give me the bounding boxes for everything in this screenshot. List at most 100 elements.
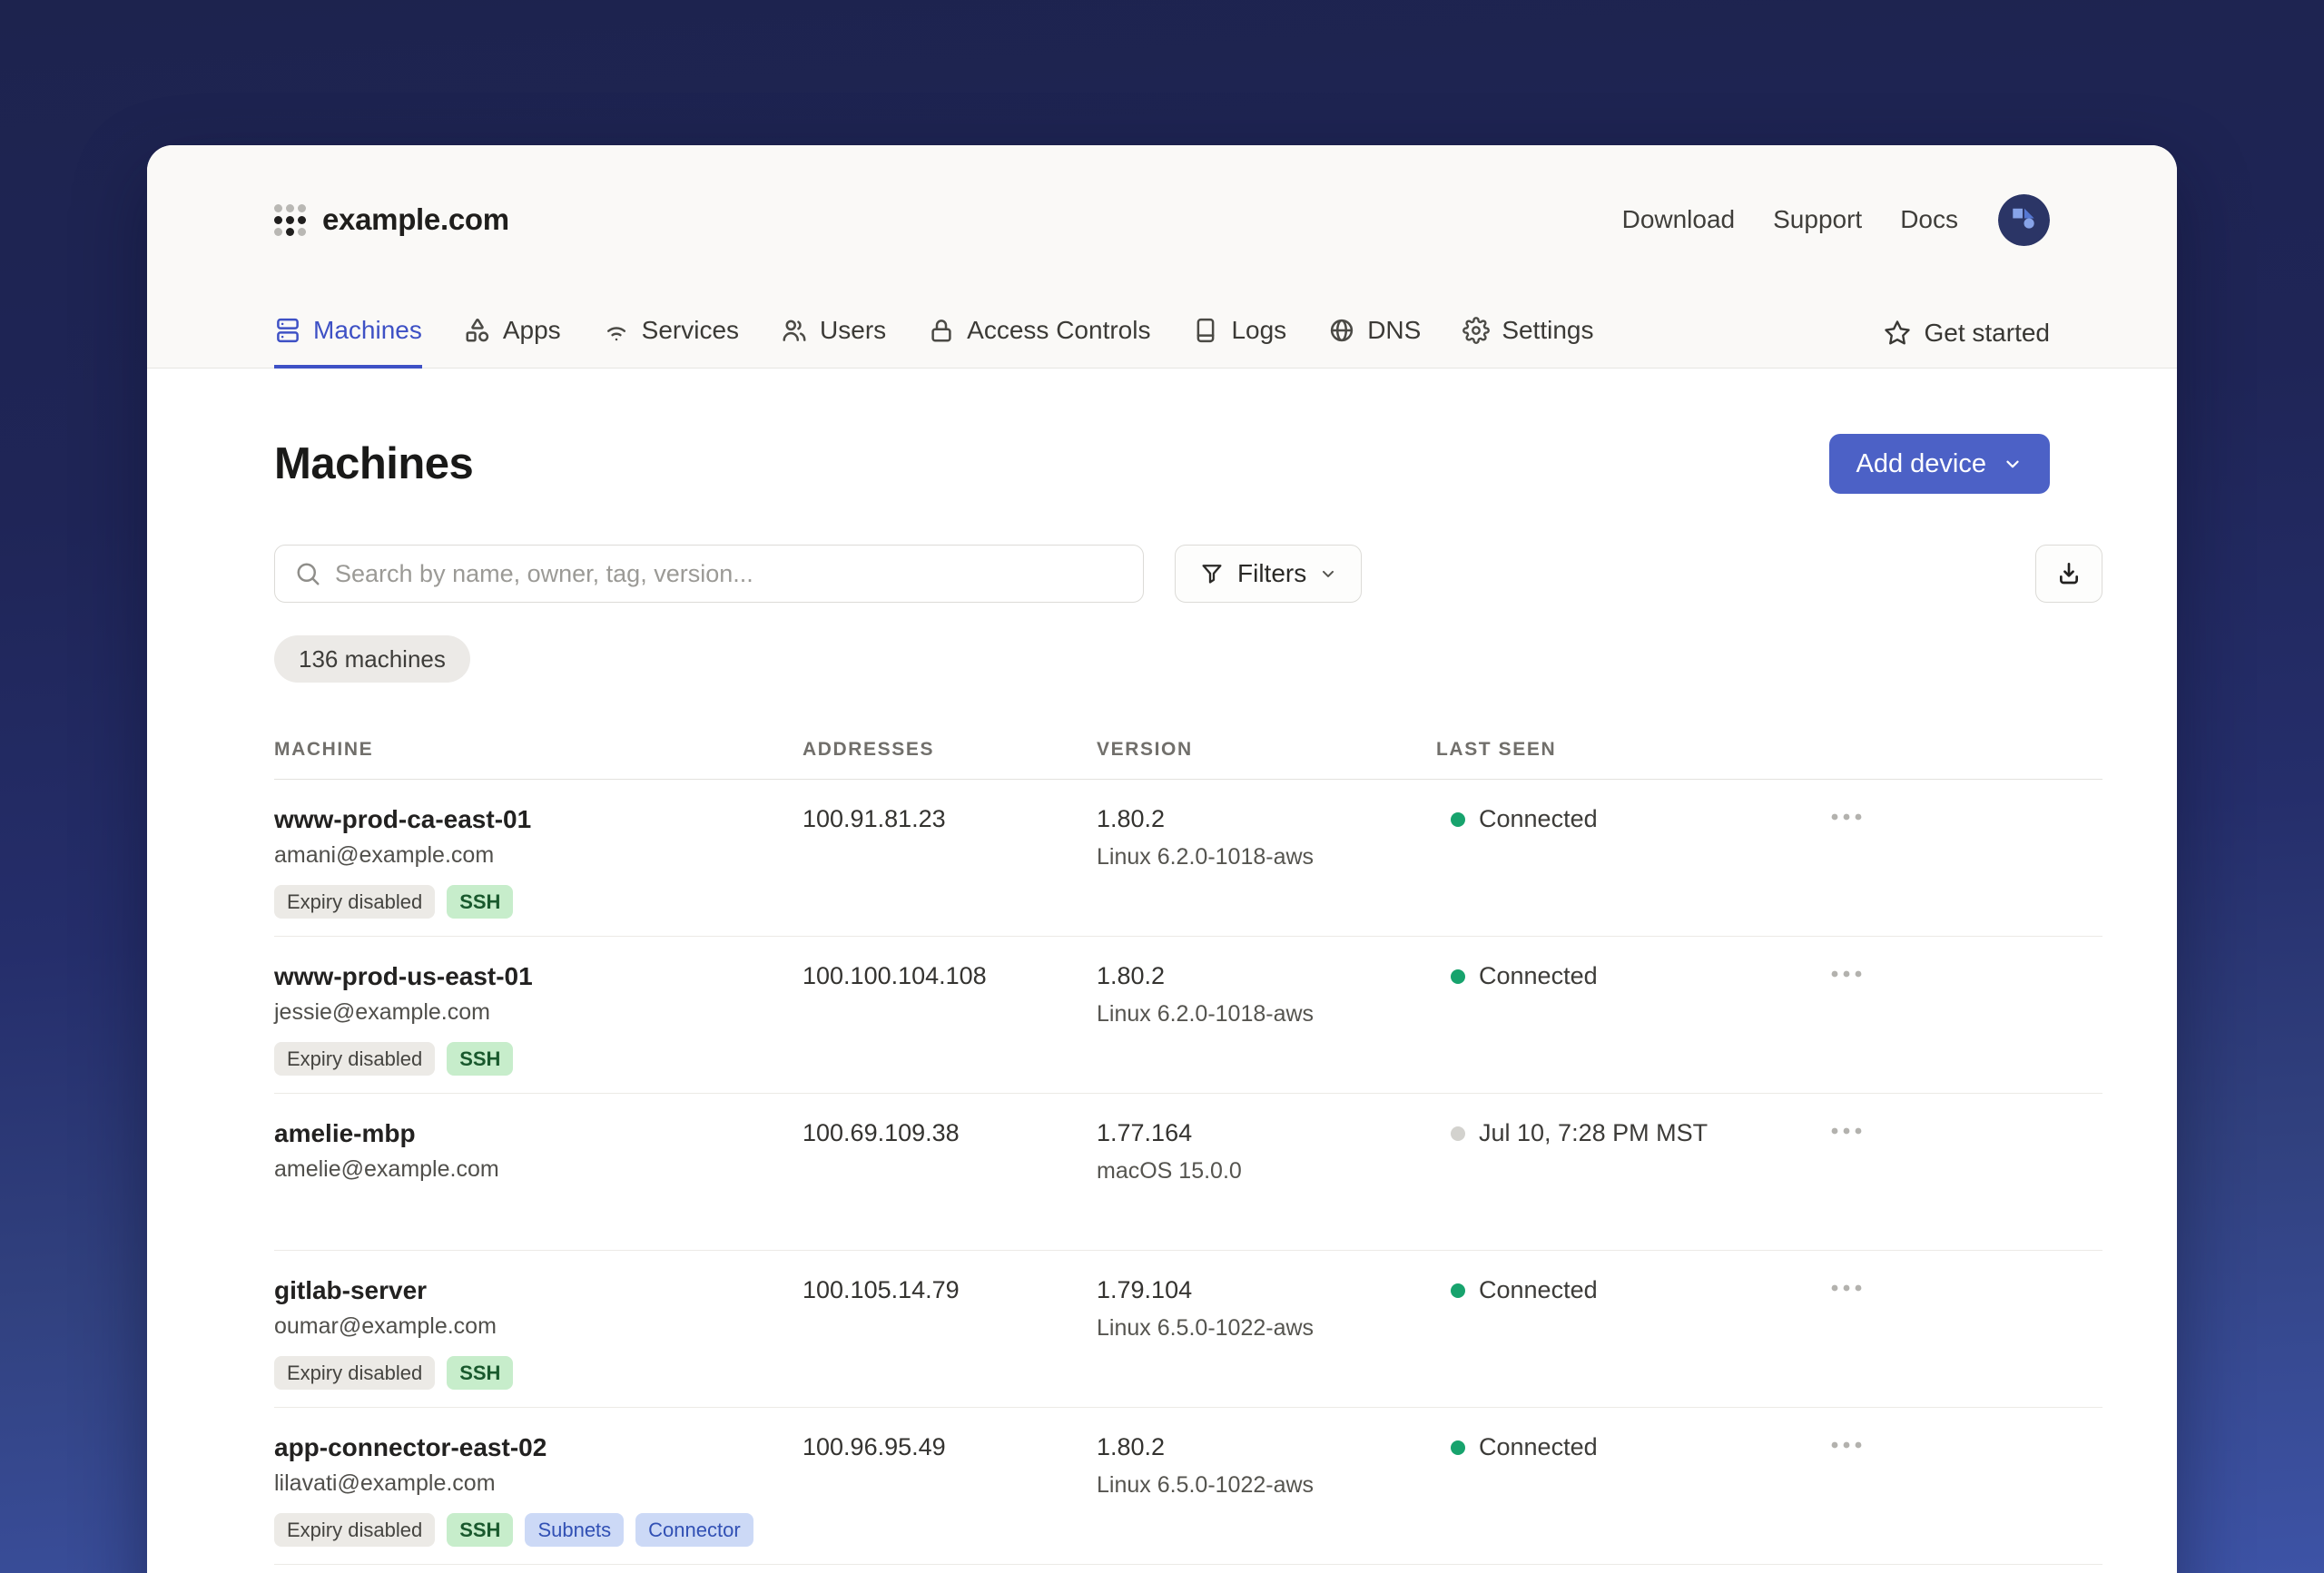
version-cell: 1.80.2 Linux 6.5.0-1022-aws xyxy=(1097,1408,1436,1564)
tab-users[interactable]: Users xyxy=(781,316,886,369)
wifi-icon xyxy=(606,327,625,341)
row-menu-button[interactable] xyxy=(1828,962,1865,983)
user-avatar[interactable] xyxy=(1998,193,2050,246)
star-icon xyxy=(1885,320,1911,345)
shapes-icon xyxy=(466,319,488,342)
badge-connector: Connector xyxy=(635,1513,753,1547)
machine-version: 1.80.2 xyxy=(1097,962,1166,989)
filters-button[interactable]: Filters xyxy=(1175,545,1363,603)
machine-cell: amelie-mbp amelie@example.com xyxy=(274,1094,803,1250)
get-started-link[interactable]: Get started xyxy=(1884,319,2050,368)
table-header-row: MACHINE ADDRESSES VERSION LAST SEEN xyxy=(274,739,2102,780)
version-cell: 1.79.104 Linux 6.5.0-1022-aws xyxy=(1097,1251,1436,1407)
machine-owner: lilavati@example.com xyxy=(274,1470,496,1496)
main-content: Machines Add device Filters xyxy=(147,434,2177,1565)
status-dot-connected xyxy=(1451,1283,1465,1298)
row-menu-button[interactable] xyxy=(1828,1119,1865,1140)
row-menu-button[interactable] xyxy=(1828,1433,1865,1454)
machine-address: 100.69.109.38 xyxy=(803,1119,960,1146)
search-icon xyxy=(297,563,320,585)
col-header-addresses: ADDRESSES xyxy=(803,739,935,760)
ellipsis-icon xyxy=(1831,813,1862,821)
last-seen-cell: Connected xyxy=(1436,1408,1828,1564)
row-menu-cell xyxy=(1828,1251,1870,1407)
toolbar: Filters xyxy=(274,545,2102,603)
badge-subnets: Subnets xyxy=(525,1513,625,1547)
badge-ssh: SSH xyxy=(447,885,514,919)
tab-access-controls[interactable]: Access Controls xyxy=(928,316,1150,369)
nav-link-docs[interactable]: Docs xyxy=(1900,205,1958,234)
row-menu-button[interactable] xyxy=(1828,1276,1865,1297)
machine-version: 1.80.2 xyxy=(1097,805,1166,832)
last-seen-text: Connected xyxy=(1479,805,1598,832)
machine-owner: oumar@example.com xyxy=(274,1313,497,1339)
search-input[interactable] xyxy=(274,545,1144,603)
machine-cell: app-connector-east-02 lilavati@example.c… xyxy=(274,1408,803,1564)
machine-address: 100.105.14.79 xyxy=(803,1276,960,1303)
ellipsis-icon xyxy=(1831,1441,1862,1449)
tab-logs[interactable]: Logs xyxy=(1192,316,1286,369)
machine-count-badge: 136 machines xyxy=(274,635,470,683)
last-seen-cell: Connected xyxy=(1436,780,1828,936)
machine-owner: jessie@example.com xyxy=(274,999,490,1025)
last-seen-text: Jul 10, 7:28 PM MST xyxy=(1479,1119,1709,1146)
filter-funnel-icon xyxy=(1202,565,1222,584)
machine-name[interactable]: app-connector-east-02 xyxy=(274,1433,803,1462)
export-machines-button[interactable] xyxy=(2035,545,2102,603)
tab-machines[interactable]: Machines xyxy=(274,316,422,369)
badge-expiry-disabled: Expiry disabled xyxy=(274,885,436,919)
add-device-button[interactable]: Add device xyxy=(1828,434,2050,494)
machine-name[interactable]: www-prod-us-east-01 xyxy=(274,962,803,991)
page-title: Machines xyxy=(274,439,474,488)
last-seen-text: Connected xyxy=(1479,962,1598,989)
tab-dns[interactable]: DNS xyxy=(1328,316,1421,369)
gear-icon xyxy=(1462,317,1491,344)
nav-link-download[interactable]: Download xyxy=(1622,205,1736,234)
download-icon xyxy=(2060,563,2078,585)
machine-os: Linux 6.5.0-1022-aws xyxy=(1097,1472,1315,1498)
machine-name[interactable]: www-prod-ca-east-01 xyxy=(274,805,803,834)
badge-expiry-disabled: Expiry disabled xyxy=(274,1356,436,1390)
chevron-down-icon xyxy=(1323,570,1334,577)
search-box xyxy=(274,545,1144,603)
badge-ssh: SSH xyxy=(447,1042,514,1076)
admin-console-window: example.com Download Support Docs Machin… xyxy=(147,145,2177,1573)
brand-logo-icon xyxy=(274,203,306,236)
header: example.com Download Support Docs Machin… xyxy=(147,145,2177,369)
table-row: www-prod-us-east-01 jessie@example.com E… xyxy=(274,937,2102,1094)
server-icon xyxy=(277,318,299,343)
machine-version: 1.79.104 xyxy=(1097,1276,1193,1303)
table-row: app-connector-east-02 lilavati@example.c… xyxy=(274,1408,2102,1565)
nav-link-support[interactable]: Support xyxy=(1773,205,1862,234)
machine-os: macOS 15.0.0 xyxy=(1097,1158,1242,1184)
machine-version: 1.77.164 xyxy=(1097,1119,1193,1146)
machine-badges: Expiry disabled SSH xyxy=(274,1042,803,1076)
page-background: example.com Download Support Docs Machin… xyxy=(0,0,2324,1573)
logbook-icon xyxy=(1197,318,1215,343)
machine-address: 100.100.104.108 xyxy=(803,962,987,989)
table-row: amelie-mbp amelie@example.com 100.69.109… xyxy=(274,1094,2102,1251)
version-cell: 1.80.2 Linux 6.2.0-1018-aws xyxy=(1097,937,1436,1093)
row-menu-cell xyxy=(1828,1408,1870,1564)
col-header-machine: MACHINE xyxy=(274,739,374,760)
badge-ssh: SSH xyxy=(447,1356,514,1390)
machine-name[interactable]: gitlab-server xyxy=(274,1276,803,1305)
tab-apps[interactable]: Apps xyxy=(464,316,561,369)
last-seen-text: Connected xyxy=(1479,1433,1598,1460)
machine-address: 100.91.81.23 xyxy=(803,805,946,832)
machine-name[interactable]: amelie-mbp xyxy=(274,1119,803,1148)
table-row: www-prod-ca-east-01 amani@example.com Ex… xyxy=(274,780,2102,937)
col-header-last-seen: LAST SEEN xyxy=(1436,739,1557,760)
last-seen-text: Connected xyxy=(1479,1276,1598,1303)
top-nav: Download Support Docs xyxy=(1622,193,2050,246)
status-dot-connected xyxy=(1451,1440,1465,1455)
machine-owner: amani@example.com xyxy=(274,842,495,868)
lock-icon xyxy=(931,320,951,342)
machine-version: 1.80.2 xyxy=(1097,1433,1166,1460)
machine-cell: www-prod-ca-east-01 amani@example.com Ex… xyxy=(274,780,803,936)
row-menu-button[interactable] xyxy=(1828,805,1865,826)
last-seen-cell: Connected xyxy=(1436,937,1828,1093)
tab-settings[interactable]: Settings xyxy=(1462,316,1593,369)
tab-services[interactable]: Services xyxy=(603,316,739,369)
chevron-down-icon xyxy=(2006,460,2019,468)
